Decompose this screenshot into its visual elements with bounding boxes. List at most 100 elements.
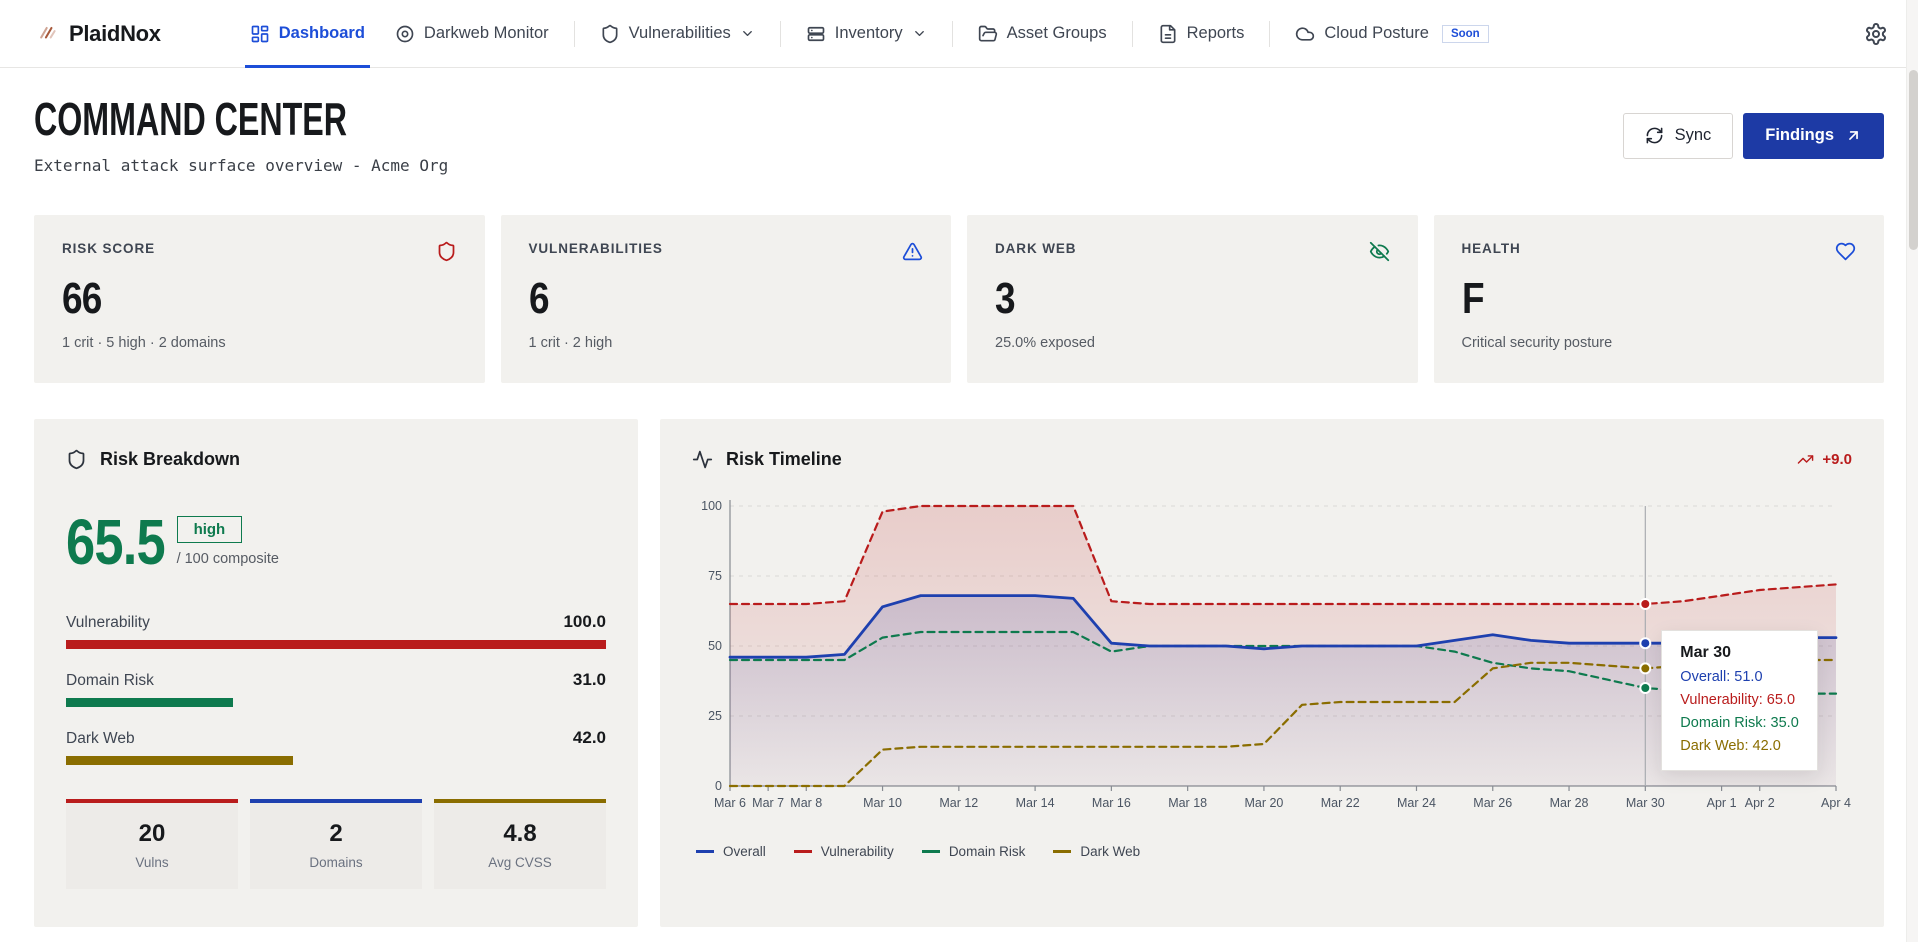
svg-text:Mar 20: Mar 20 — [1244, 796, 1283, 810]
card-sub: 1 crit · 2 high — [529, 335, 924, 351]
risk-timeline-panel: Risk Timeline +9.0 0255075100Mar 6Mar 7M… — [660, 419, 1884, 927]
meter-value: 31.0 — [573, 670, 606, 690]
dashboard-grid-icon — [250, 24, 270, 44]
tooltip-date: Mar 30 — [1680, 644, 1798, 662]
card-sub: 1 crit · 5 high · 2 domains — [62, 335, 457, 351]
composite-score: 65.5 — [66, 516, 165, 568]
nav-divider — [574, 21, 575, 47]
mini-stat-vulns: 20 Vulns — [66, 799, 238, 889]
svg-text:Mar 8: Mar 8 — [790, 796, 822, 810]
trend-delta: +9.0 — [1797, 451, 1852, 468]
mini-stat-label: Domains — [250, 855, 422, 870]
stat-card-dark-web: DARK WEB 3 25.0% exposed — [967, 215, 1418, 383]
svg-text:Mar 28: Mar 28 — [1550, 796, 1589, 810]
meter-value: 42.0 — [573, 728, 606, 748]
findings-button[interactable]: Findings — [1743, 113, 1884, 159]
nav-divider — [952, 21, 953, 47]
nav-item-dashboard[interactable]: Dashboard — [235, 0, 380, 67]
timeline-chart-area[interactable]: 0255075100Mar 6Mar 7Mar 8Mar 10Mar 12Mar… — [692, 492, 1852, 832]
sync-label: Sync — [1675, 126, 1712, 145]
page-header: COMMAND CENTER External attack surface o… — [34, 96, 1884, 175]
stat-card-risk-score: RISK SCORE 66 1 crit · 5 high · 2 domain… — [34, 215, 485, 383]
chart-legend: OverallVulnerabilityDomain RiskDark Web — [692, 844, 1852, 859]
meter-label: Dark Web — [66, 730, 135, 748]
card-value: 3 — [995, 274, 1326, 324]
chevron-down-icon — [912, 26, 927, 41]
svg-text:25: 25 — [708, 709, 722, 723]
tooltip-row-domain-risk: Domain Risk: 35.0 — [1680, 715, 1798, 731]
chevron-down-icon — [740, 26, 755, 41]
nav-label: Asset Groups — [1007, 24, 1107, 43]
brand: PlaidNox — [38, 21, 161, 47]
nav-item-vulnerabilities[interactable]: Vulnerabilities — [585, 0, 770, 67]
meter-label: Domain Risk — [66, 672, 154, 690]
nav-item-asset-groups[interactable]: Asset Groups — [963, 0, 1122, 67]
card-label: VULNERABILITIES — [529, 241, 663, 256]
topbar: PlaidNox Dashboard Darkweb Monitor Vulne… — [0, 0, 1918, 68]
card-value: 66 — [62, 274, 393, 324]
nav-label: Vulnerabilities — [629, 24, 731, 43]
svg-text:100: 100 — [701, 499, 722, 513]
svg-text:Mar 26: Mar 26 — [1473, 796, 1512, 810]
nav-item-inventory[interactable]: Inventory — [791, 0, 942, 67]
vertical-scrollbar-thumb[interactable] — [1909, 70, 1918, 250]
shield-icon — [66, 449, 87, 470]
eye-off-icon — [1369, 241, 1390, 262]
nav-item-cloud-posture[interactable]: Cloud Posture Soon — [1280, 0, 1503, 67]
nav-item-reports[interactable]: Reports — [1143, 0, 1260, 67]
panel-title: Risk Timeline — [726, 449, 842, 470]
meter-value: 100.0 — [563, 612, 606, 632]
settings-button[interactable] — [1864, 22, 1888, 46]
svg-text:Mar 7: Mar 7 — [752, 796, 784, 810]
card-value: F — [1462, 274, 1793, 324]
svg-text:0: 0 — [715, 779, 722, 793]
legend-label: Dark Web — [1080, 844, 1140, 859]
cloud-icon — [1295, 24, 1315, 44]
meter-bar — [66, 698, 233, 707]
legend-swatch — [696, 850, 714, 853]
legend-item-dark-web: Dark Web — [1053, 844, 1140, 859]
svg-text:Mar 14: Mar 14 — [1016, 796, 1055, 810]
folder-icon — [978, 24, 998, 44]
svg-text:Apr 4: Apr 4 — [1821, 796, 1851, 810]
stat-card-health: HEALTH F Critical security posture — [1434, 215, 1885, 383]
svg-text:Apr 1: Apr 1 — [1707, 796, 1737, 810]
tooltip-row-overall: Overall: 51.0 — [1680, 669, 1798, 685]
plaidnox-logo-icon — [38, 24, 57, 43]
cursor-dot-vulnerability — [1640, 599, 1650, 609]
monitor-eye-icon — [395, 24, 415, 44]
cursor-dot-domain-risk — [1640, 683, 1650, 693]
nav-label: Reports — [1187, 24, 1245, 43]
svg-text:Mar 10: Mar 10 — [863, 796, 902, 810]
nav-divider — [780, 21, 781, 47]
svg-text:Mar 18: Mar 18 — [1168, 796, 1207, 810]
page-subtitle: External attack surface overview - Acme … — [34, 156, 481, 175]
meter-vulnerability: Vulnerability 100.0 — [66, 612, 606, 649]
mini-stat-label: Avg CVSS — [434, 855, 606, 870]
meter-bar — [66, 640, 606, 649]
chart-tooltip: Mar 30Overall: 51.0Vulnerability: 65.0Do… — [1661, 630, 1817, 771]
card-sub: 25.0% exposed — [995, 335, 1390, 351]
svg-text:Mar 6: Mar 6 — [714, 796, 746, 810]
svg-text:50: 50 — [708, 639, 722, 653]
cursor-dot-overall — [1640, 638, 1650, 648]
panel-title: Risk Breakdown — [100, 449, 240, 470]
nav-label: Dashboard — [279, 24, 365, 43]
risk-breakdown-panel: Risk Breakdown 65.5 high / 100 composite… — [34, 419, 638, 927]
legend-swatch — [922, 850, 940, 853]
svg-text:Mar 12: Mar 12 — [939, 796, 978, 810]
activity-icon — [692, 449, 713, 470]
card-label: HEALTH — [1462, 241, 1521, 256]
sync-button[interactable]: Sync — [1623, 113, 1734, 159]
mini-stat-avg-cvss: 4.8 Avg CVSS — [434, 799, 606, 889]
meter-domain-risk: Domain Risk 31.0 — [66, 670, 606, 707]
vertical-scrollbar-track[interactable] — [1906, 0, 1918, 942]
shield-icon — [436, 241, 457, 262]
shield-icon — [600, 24, 620, 44]
brand-name: PlaidNox — [69, 21, 161, 47]
tooltip-row-dark-web: Dark Web: 42.0 — [1680, 738, 1798, 754]
svg-text:Mar 22: Mar 22 — [1321, 796, 1360, 810]
nav-item-darkweb-monitor[interactable]: Darkweb Monitor — [380, 0, 564, 67]
nav-label: Cloud Posture — [1324, 24, 1429, 43]
meter-bar — [66, 756, 293, 765]
